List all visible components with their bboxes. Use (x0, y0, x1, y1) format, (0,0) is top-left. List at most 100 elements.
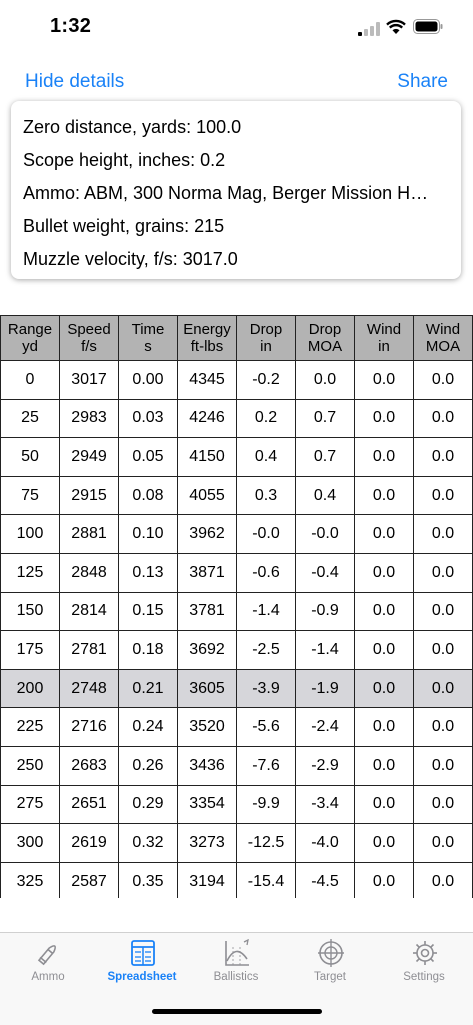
cell-wind-in: 0.0 (354, 668, 414, 709)
cell-speed: 2915 (59, 475, 119, 516)
cell-wind-moa: 0.0 (413, 514, 473, 554)
cell-drop-moa: 0.0 (295, 360, 355, 400)
table-row: 175 2781 0.18 3692 -2.5 -1.4 0.0 0.0 (0, 630, 473, 670)
cell-range: 50 (0, 437, 60, 477)
cell-drop-in: -2.5 (236, 630, 296, 670)
cell-time: 0.29 (118, 784, 178, 825)
share-button[interactable]: Share (397, 71, 448, 93)
cell-speed: 2983 (59, 398, 119, 439)
table-header-row: Range yd Speed f/s Time s Energy ft-lbs Drop… (0, 315, 473, 361)
ballistics-chart-icon (225, 939, 249, 966)
cell-time: 0.15 (118, 591, 178, 632)
cell-range: 100 (0, 514, 60, 554)
cell-wind-moa: 0.0 (413, 745, 473, 786)
tab-target[interactable]: Target (283, 933, 377, 1003)
tab-target-label: Target (314, 971, 346, 983)
col-header-time: Time s (118, 315, 178, 361)
detail-bullet-weight: Bullet weight, grains: 215 (23, 216, 225, 236)
cell-wind-in: 0.0 (354, 861, 414, 898)
cell-wind-moa: 0.0 (413, 861, 473, 898)
table-row: 150 2814 0.15 3781 -1.4 -0.9 0.0 0.0 (0, 591, 473, 632)
cell-range: 25 (0, 398, 60, 439)
cell-wind-in: 0.0 (354, 630, 414, 670)
detail-zero-distance: Zero distance, yards: 100.0 (23, 117, 242, 137)
cell-energy: 3605 (177, 668, 237, 709)
table-row: 250 2683 0.26 3436 -7.6 -2.9 0.0 0.0 (0, 745, 473, 786)
cell-energy: 4150 (177, 437, 237, 477)
cell-range: 75 (0, 475, 60, 516)
hide-details-button[interactable]: Hide details (25, 71, 124, 93)
cell-wind-in: 0.0 (354, 707, 414, 747)
cell-drop-moa: -1.4 (295, 630, 355, 670)
cell-time: 0.35 (118, 861, 178, 898)
cell-time: 0.21 (118, 668, 178, 709)
tab-settings[interactable]: Settings (377, 933, 471, 1003)
tab-ammo-label: Ammo (31, 971, 65, 983)
ballistic-table-scroll[interactable]: Range yd Speed f/s Time s Energy ft-lbs Drop… (0, 315, 473, 898)
cell-drop-in: -3.9 (236, 668, 296, 709)
cell-range: 150 (0, 591, 60, 632)
cell-drop-in: -0.2 (236, 360, 296, 400)
cell-drop-in: -7.6 (236, 745, 296, 786)
cell-time: 0.32 (118, 823, 178, 863)
col-header-range: Range yd (0, 315, 60, 361)
cell-speed: 2619 (59, 823, 119, 863)
cell-energy: 4246 (177, 398, 237, 439)
cell-energy: 3781 (177, 591, 237, 632)
cell-energy: 3520 (177, 707, 237, 747)
cell-drop-moa: 0.4 (295, 475, 355, 516)
cell-drop-in: 0.4 (236, 437, 296, 477)
col-header-drop-moa: Drop MOA (295, 315, 355, 361)
tab-spreadsheet-label: Spreadsheet (107, 971, 177, 983)
cell-energy: 4055 (177, 475, 237, 516)
bullet-icon (37, 945, 56, 966)
cell-drop-in: -9.9 (236, 784, 296, 825)
cell-range: 200 (0, 668, 60, 709)
cell-speed: 2814 (59, 591, 119, 632)
ballistic-table: Range yd Speed f/s Time s Energy ft-lbs Drop… (0, 315, 473, 898)
detail-scope-height: Scope height, inches: 0.2 (23, 150, 226, 170)
detail-muzzle-velocity: Muzzle velocity, f/s: 3017.0 (23, 249, 238, 269)
cell-time: 0.26 (118, 745, 178, 786)
cell-wind-moa: 0.0 (413, 475, 473, 516)
cell-wind-moa: 0.0 (413, 552, 473, 593)
cell-range: 300 (0, 823, 60, 863)
wifi-icon (386, 19, 406, 34)
detail-ammo: Ammo: ABM, 300 Norma Mag, Berger Mission… (23, 183, 429, 203)
home-indicator (152, 1009, 322, 1014)
cell-time: 0.03 (118, 398, 178, 439)
cell-drop-in: -15.4 (236, 861, 296, 898)
cell-energy: 3871 (177, 552, 237, 593)
table-row: 100 2881 0.10 3962 -0.0 -0.0 0.0 0.0 (0, 514, 473, 554)
cell-wind-moa: 0.0 (413, 437, 473, 477)
status-bar: 1:32 (0, 0, 473, 54)
cell-drop-moa: -0.0 (295, 514, 355, 554)
cell-drop-moa: 0.7 (295, 398, 355, 439)
cell-drop-moa: -2.4 (295, 707, 355, 747)
cell-wind-in: 0.0 (354, 437, 414, 477)
cell-speed: 2748 (59, 668, 119, 709)
table-row: 325 2587 0.35 3194 -15.4 -4.5 0.0 0.0 (0, 861, 473, 898)
cell-wind-in: 0.0 (354, 398, 414, 439)
cell-wind-moa: 0.0 (413, 591, 473, 632)
cell-drop-moa: -0.4 (295, 552, 355, 593)
cell-drop-moa: 0.7 (295, 437, 355, 477)
cell-energy: 3273 (177, 823, 237, 863)
cell-range: 125 (0, 552, 60, 593)
cell-drop-in: 0.3 (236, 475, 296, 516)
tab-ballistics[interactable]: Ballistics (189, 933, 283, 1003)
cell-drop-in: -0.0 (236, 514, 296, 554)
cell-energy: 3354 (177, 784, 237, 825)
cell-range: 0 (0, 360, 60, 400)
spreadsheet-icon (131, 940, 155, 966)
cell-time: 0.24 (118, 707, 178, 747)
cell-wind-moa: 0.0 (413, 668, 473, 709)
tab-ammo[interactable]: Ammo (1, 933, 95, 1003)
table-row: 275 2651 0.29 3354 -9.9 -3.4 0.0 0.0 (0, 784, 473, 825)
tab-spreadsheet[interactable]: Spreadsheet (95, 933, 189, 1003)
cell-drop-in: -12.5 (236, 823, 296, 863)
cell-range: 250 (0, 745, 60, 786)
cell-drop-in: -5.6 (236, 707, 296, 747)
details-card: Zero distance, yards: 100.0 Scope height… (11, 101, 461, 279)
cell-speed: 2881 (59, 514, 119, 554)
